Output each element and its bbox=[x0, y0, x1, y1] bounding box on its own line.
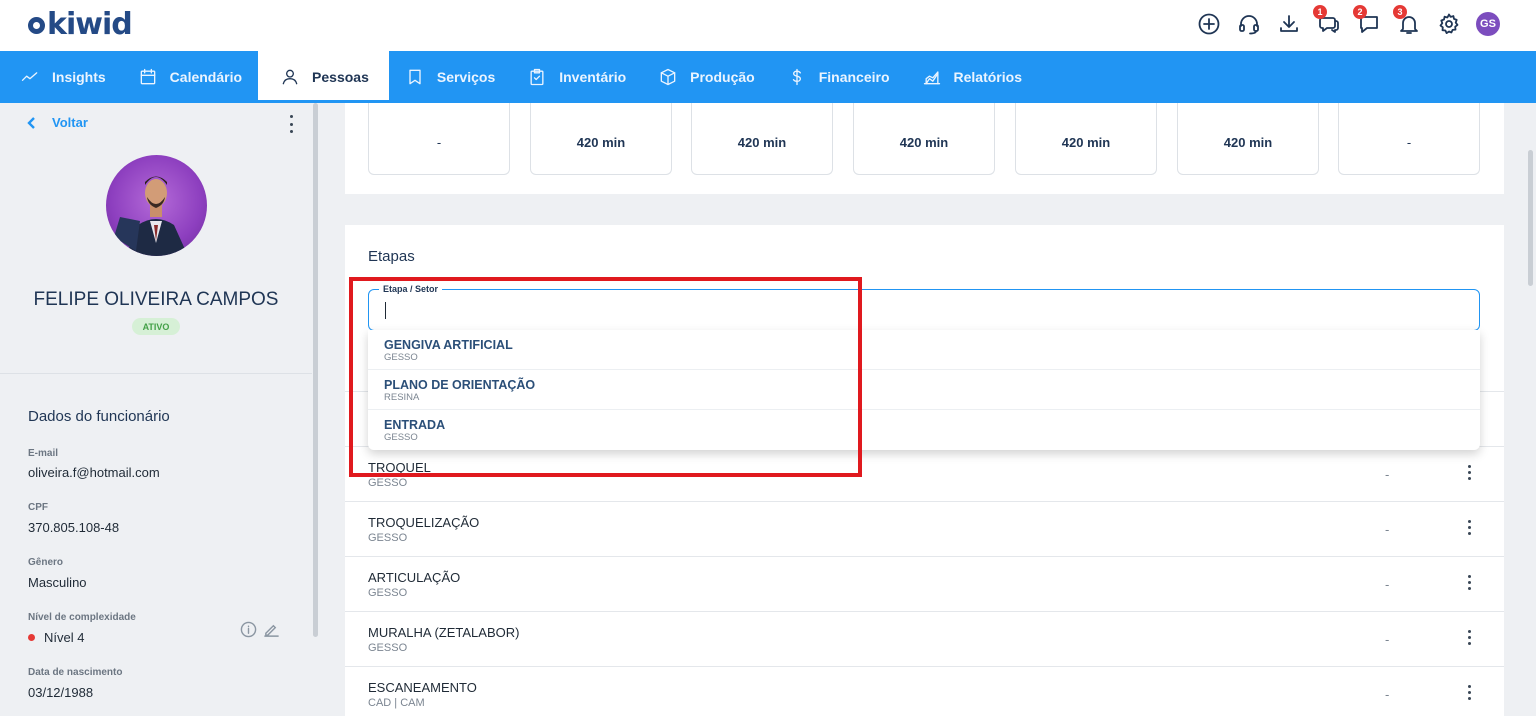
profile-panel: Voltar FELIPE OLIVEIRA CAMPOS ATIVO Dado… bbox=[0, 103, 312, 716]
day-box: 420 min bbox=[691, 103, 833, 175]
cpf-value: 370.805.108-48 bbox=[28, 520, 120, 535]
divider bbox=[0, 373, 312, 374]
row-value: - bbox=[1385, 687, 1390, 702]
row-value: - bbox=[1385, 577, 1390, 592]
birth-value: 03/12/1988 bbox=[28, 685, 94, 700]
chat-badge: 1 bbox=[1313, 5, 1327, 19]
message-badge: 2 bbox=[1353, 5, 1367, 19]
table-row[interactable]: MURALHA (ZETALABOR) GESSO - bbox=[345, 611, 1504, 666]
day-box: 420 min bbox=[1015, 103, 1157, 175]
day-box: - bbox=[368, 103, 510, 175]
top-bar: KIWID 1 2 3 GS bbox=[0, 0, 1536, 51]
row-sector: GESSO bbox=[368, 477, 408, 489]
table-row[interactable]: TROQUELIZAÇÃO GESSO - bbox=[345, 501, 1504, 556]
download-icon[interactable] bbox=[1276, 11, 1302, 37]
email-label: E-mail bbox=[28, 448, 59, 459]
more-icon[interactable] bbox=[1466, 630, 1472, 645]
row-value: - bbox=[1385, 632, 1390, 647]
table-row[interactable]: ESCANEAMENTO CAD | CAM - bbox=[345, 666, 1504, 716]
left-scrollbar[interactable] bbox=[313, 103, 318, 637]
level-label: Nível de complexidade bbox=[28, 612, 136, 623]
gear-icon[interactable] bbox=[1436, 11, 1462, 37]
level-dot bbox=[28, 634, 35, 642]
profile-more-icon[interactable] bbox=[287, 115, 295, 133]
chevron-left-icon bbox=[27, 116, 35, 129]
day-box: 420 min bbox=[853, 103, 995, 175]
bell-icon[interactable]: 3 bbox=[1393, 5, 1422, 37]
profile-photo bbox=[106, 155, 207, 256]
nav-item-inventario[interactable]: Inventário bbox=[511, 51, 642, 103]
logo-text: KIWID bbox=[47, 7, 133, 42]
more-icon[interactable] bbox=[1466, 685, 1472, 700]
edit-icon[interactable] bbox=[263, 621, 280, 638]
box-icon bbox=[660, 68, 676, 86]
schedule-card: - 420 min 420 min 420 min 420 min 420 mi… bbox=[345, 103, 1504, 194]
employee-data-title: Dados do funcionário bbox=[28, 408, 170, 425]
back-button[interactable]: Voltar bbox=[26, 115, 88, 130]
row-title: MURALHA (ZETALABOR) bbox=[368, 625, 520, 640]
nav-item-servicos[interactable]: Serviços bbox=[389, 51, 511, 103]
day-box: 420 min bbox=[1177, 103, 1319, 175]
level-value: Nível 4 bbox=[28, 630, 84, 645]
calendar-icon bbox=[140, 68, 156, 85]
row-sector: CAD | CAM bbox=[368, 697, 425, 709]
nav-item-financeiro[interactable]: Financeiro bbox=[771, 51, 906, 103]
person-icon bbox=[282, 69, 298, 85]
kiwid-logo[interactable]: KIWID bbox=[28, 7, 133, 42]
gender-value: Masculino bbox=[28, 575, 87, 590]
row-title: ARTICULAÇÃO bbox=[368, 570, 461, 585]
headset-icon[interactable] bbox=[1236, 11, 1262, 37]
chart-icon bbox=[923, 71, 940, 85]
more-icon[interactable] bbox=[1466, 520, 1472, 535]
notification-badge: 3 bbox=[1393, 5, 1407, 19]
birth-label: Data de nascimento bbox=[28, 667, 123, 678]
top-actions: 1 2 3 GS bbox=[1196, 5, 1500, 37]
row-sector: GESSO bbox=[368, 587, 408, 599]
dollar-icon bbox=[792, 68, 801, 86]
row-title: ESCANEAMENTO bbox=[368, 680, 477, 695]
annotation-highlight-box bbox=[349, 277, 862, 477]
add-circle-icon[interactable] bbox=[1196, 11, 1222, 37]
main-nav: Insights Calendário Pessoas Serviços Inv… bbox=[0, 51, 1536, 103]
more-icon[interactable] bbox=[1466, 465, 1472, 480]
nav-item-relatorios[interactable]: Relatórios bbox=[906, 51, 1038, 103]
employee-name: FELIPE OLIVEIRA CAMPOS bbox=[33, 289, 279, 310]
nav-item-calendario[interactable]: Calendário bbox=[122, 51, 258, 103]
day-box: 420 min bbox=[530, 103, 672, 175]
status-badge: ATIVO bbox=[132, 318, 180, 335]
row-sector: GESSO bbox=[368, 642, 408, 654]
nav-item-pessoas[interactable]: Pessoas bbox=[258, 51, 389, 103]
trend-icon bbox=[21, 72, 38, 81]
cpf-label: CPF bbox=[28, 502, 48, 513]
etapas-title: Etapas bbox=[368, 248, 415, 265]
level-actions bbox=[240, 621, 280, 638]
more-icon[interactable] bbox=[1466, 575, 1472, 590]
day-box: - bbox=[1338, 103, 1480, 175]
row-sector: GESSO bbox=[368, 532, 408, 544]
row-title: TROQUELIZAÇÃO bbox=[368, 515, 480, 530]
info-icon[interactable] bbox=[240, 621, 257, 638]
nav-item-insights[interactable]: Insights bbox=[4, 51, 122, 103]
row-value: - bbox=[1385, 467, 1390, 482]
email-value: oliveira.f@hotmail.com bbox=[28, 465, 160, 480]
bookmark-icon bbox=[409, 69, 421, 85]
clipboard-icon bbox=[530, 68, 544, 86]
nav-item-producao[interactable]: Produção bbox=[642, 51, 771, 103]
gender-label: Gênero bbox=[28, 557, 64, 568]
user-avatar[interactable]: GS bbox=[1476, 12, 1500, 36]
logo-mark bbox=[28, 16, 45, 34]
message-icon[interactable]: 2 bbox=[1353, 5, 1382, 37]
main-scrollbar[interactable] bbox=[1528, 150, 1533, 286]
chat-icon[interactable]: 1 bbox=[1313, 5, 1342, 37]
table-row[interactable]: ARTICULAÇÃO GESSO - bbox=[345, 556, 1504, 611]
row-value: - bbox=[1385, 522, 1390, 537]
